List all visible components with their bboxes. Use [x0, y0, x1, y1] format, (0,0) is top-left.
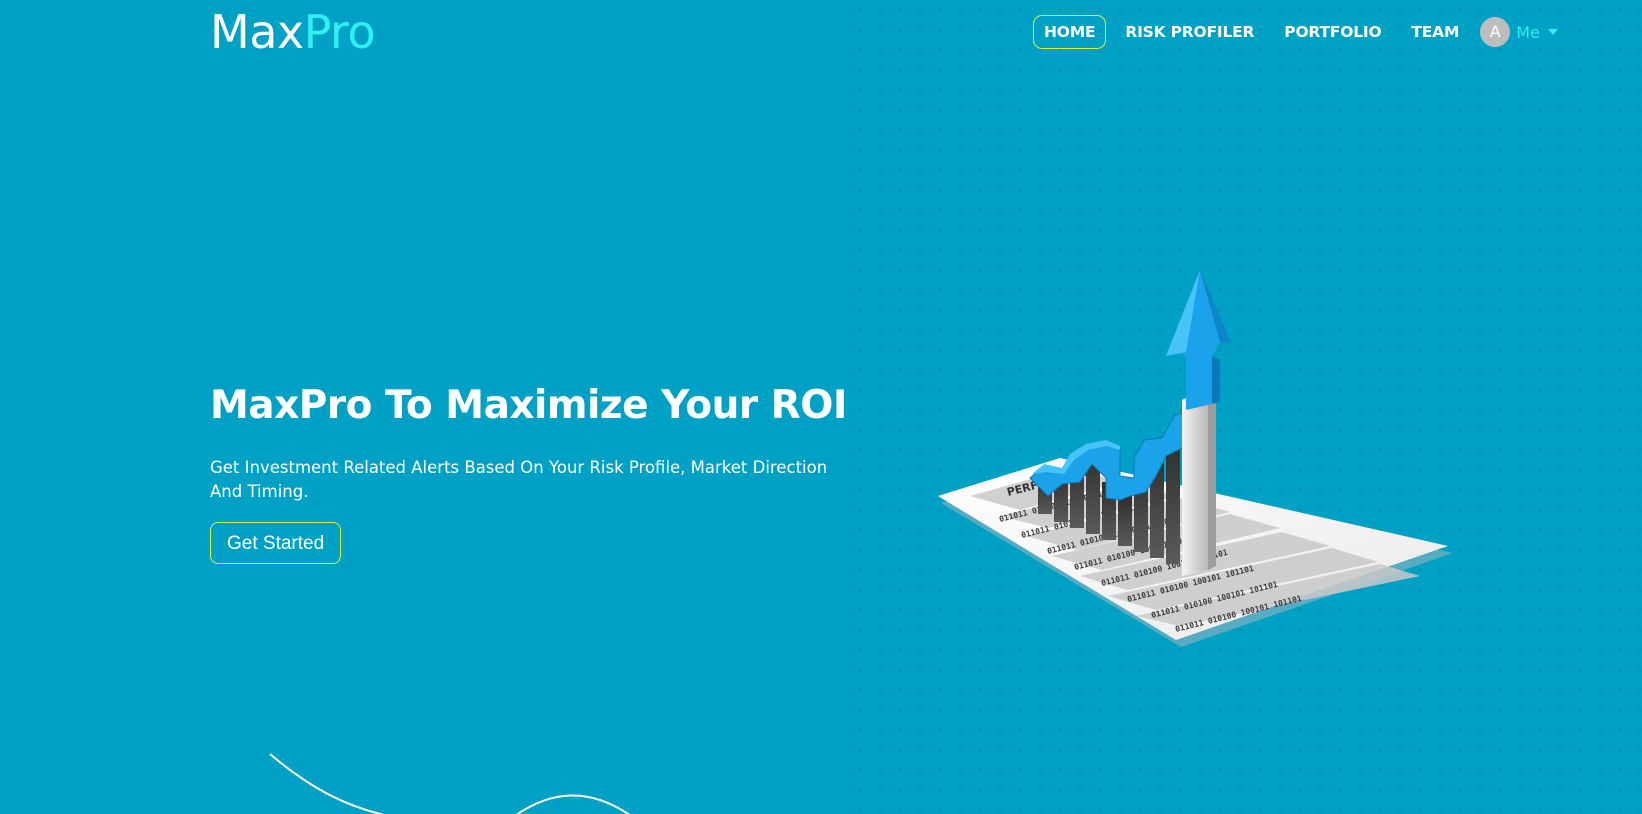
nav-team-link[interactable]: TEAM — [1400, 15, 1470, 49]
decorative-wave — [269, 753, 630, 814]
user-avatar: A — [1480, 17, 1511, 47]
nav-risk-profiler-link[interactable]: RISK PROFILER — [1114, 15, 1265, 49]
main-nav: HOME RISK PROFILER PORTFOLIO TEAM A Me — [1033, 14, 1558, 50]
top-navbar: MaxPro HOME RISK PROFILER PORTFOLIO TEAM… — [0, 0, 1642, 64]
get-started-button[interactable]: Get Started — [210, 522, 342, 564]
caret-down-icon — [1547, 29, 1558, 35]
nav-home-link[interactable]: HOME — [1033, 15, 1107, 49]
hero-title: MaxPro To Maximize Your ROI — [210, 383, 847, 428]
brand-name-pro: Pro — [303, 5, 376, 59]
user-menu-toggle[interactable]: A Me — [1480, 17, 1558, 47]
nav-portfolio-link[interactable]: PORTFOLIO — [1273, 15, 1392, 49]
white-pillar — [1182, 394, 1208, 576]
brand-logo[interactable]: MaxPro — [210, 4, 376, 60]
hero-section: MaxPro To Maximize Your ROI Get Investme… — [210, 380, 850, 564]
brand-name-max: Max — [210, 5, 304, 59]
user-menu-label: Me — [1516, 22, 1540, 42]
hero-subtitle: Get Investment Related Alerts Based On Y… — [210, 458, 828, 501]
arrow-shaft — [1186, 356, 1212, 410]
growth-chart-illustration: PERFORMANCE 011011 010100 100101 101101 … — [938, 270, 1453, 647]
